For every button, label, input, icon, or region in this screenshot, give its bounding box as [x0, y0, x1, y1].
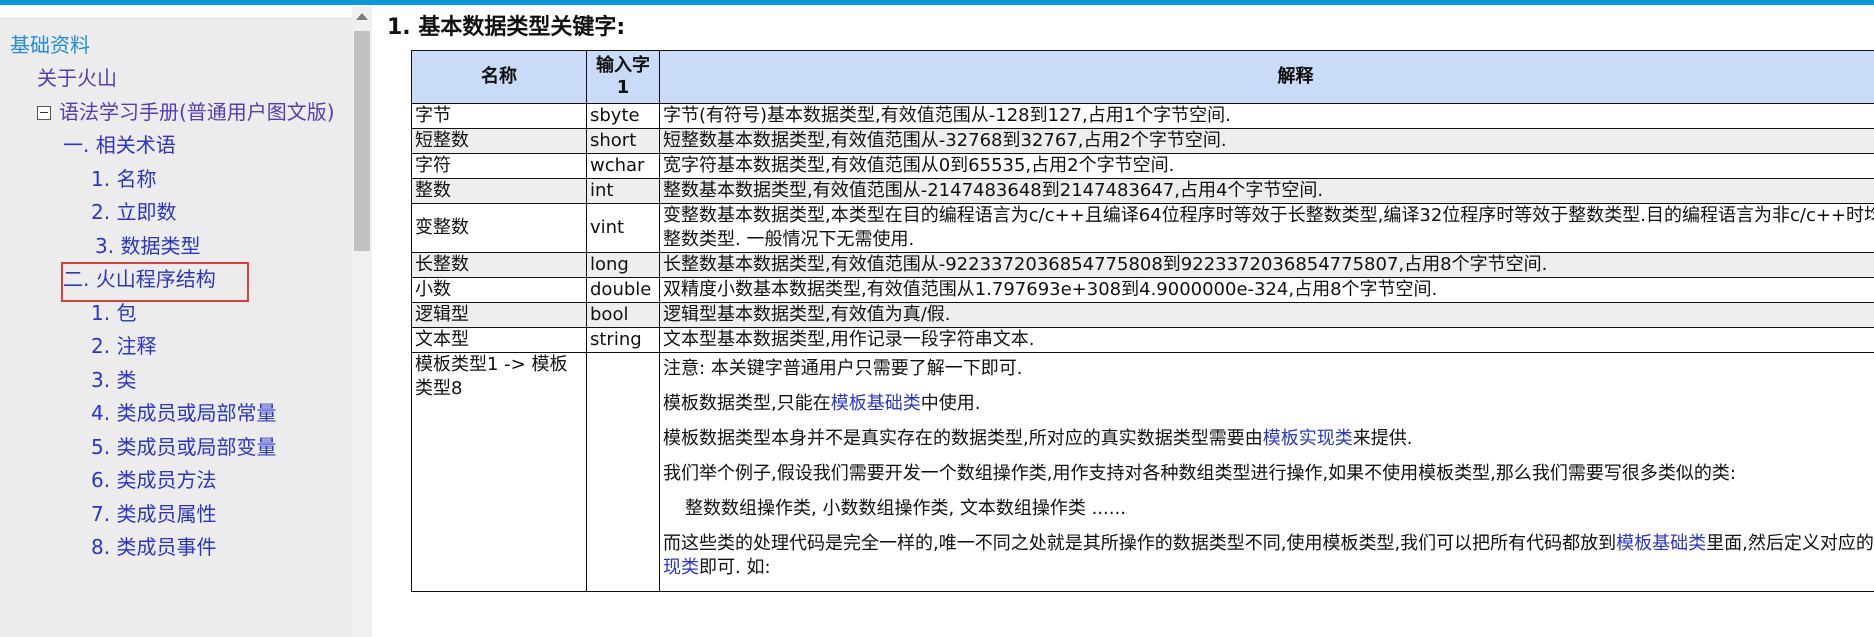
scroll-up-arrow-icon[interactable] [356, 13, 368, 20]
text: 中使用. [920, 393, 981, 414]
tree-item-name[interactable]: 1. 名称 [91, 164, 156, 194]
cell-name: 字符 [411, 153, 587, 179]
paragraph: 模板数据类型,只能在模板基础类中使用. [663, 392, 1874, 416]
text: 模板数据类型本身并不是真实存在的数据类型,所对应的真实数据类型需要由 [663, 428, 1263, 449]
tree-item-property[interactable]: 7. 类成员属性 [91, 499, 216, 529]
link-template-impl-class[interactable]: 模板实现类 [1263, 428, 1353, 449]
table-row: 文本型 string 文本型基本数据类型,用作记录一段字符串文本. [411, 327, 1874, 353]
tree-item-manual[interactable]: 语法学习手册(普通用户图文版) [37, 97, 335, 127]
table-row: 长整数 long 长整数基本数据类型,有效值范围从-92233720368547… [411, 252, 1874, 278]
cell-explain: 宽字符基本数据类型,有效值范围从0到65535,占用2个字节空间. [659, 153, 1874, 179]
header-keyword: 输入字1 [586, 50, 660, 104]
text: 模板数据类型,只能在 [663, 393, 831, 414]
selection-highlight [61, 262, 249, 302]
table-row: 字节 sbyte 字节(有符号)基本数据类型,有效值范围从-128到127,占用… [411, 103, 1874, 129]
cell-name: 整数 [411, 178, 587, 204]
keyword-table: 名称 输入字1 解释 字节 sbyte 字节(有符号)基本数据类型,有效值范围从… [411, 50, 1874, 592]
table-row: 小数 double 双精度小数基本数据类型,有效值范围从1.797693e+30… [411, 277, 1874, 303]
main-content: 1. 基本数据类型关键字: 名称 输入字1 解释 字节 sbyte 字节(有符号… [372, 5, 1874, 637]
cell-keyword: string [586, 327, 660, 353]
cell-keyword: sbyte [586, 103, 660, 129]
cell-name: 短整数 [411, 128, 587, 154]
cell-explain: 长整数基本数据类型,有效值范围从-9223372036854775808到922… [659, 252, 1874, 278]
tree-item-class[interactable]: 3. 类 [91, 365, 136, 395]
cell-name: 小数 [411, 277, 587, 303]
cell-keyword: double [586, 277, 660, 303]
tree-item-root[interactable]: 基础资料 [10, 30, 90, 60]
scroll-thumb[interactable] [354, 31, 370, 251]
tree-item-section-terms[interactable]: 一. 相关术语 [63, 130, 176, 160]
cell-explain: 字节(有符号)基本数据类型,有效值范围从-128到127,占用1个字节空间. [659, 103, 1874, 129]
cell-name: 文本型 [411, 327, 587, 353]
cell-keyword: vint [586, 203, 660, 253]
text: 里面,然后定义对应的 [1706, 533, 1874, 554]
tree-item-about[interactable]: 关于火山 [37, 63, 117, 93]
cell-name: 逻辑型 [411, 302, 587, 328]
table-row: 短整数 short 短整数基本数据类型,有效值范围从-32768到32767,占… [411, 128, 1874, 154]
cell-explain: 文本型基本数据类型,用作记录一段字符串文本. [659, 327, 1874, 353]
tree-item-method[interactable]: 6. 类成员方法 [91, 465, 216, 495]
table-row: 整数 int 整数基本数据类型,有效值范围从-2147483648到214748… [411, 178, 1874, 204]
example-line: 整数数组操作类, 小数数组操作类, 文本数组操作类 ...... [685, 498, 1126, 519]
cell-keyword: bool [586, 302, 660, 328]
header-name: 名称 [411, 50, 587, 104]
note-paragraph: 注意: 本关键字普通用户只需要了解一下即可. [663, 358, 1023, 379]
cell-explain: 双精度小数基本数据类型,有效值范围从1.797693e+308到4.900000… [659, 277, 1874, 303]
tree-item-package[interactable]: 1. 包 [91, 298, 136, 328]
text: 来提供. [1352, 428, 1413, 449]
page-heading: 1. 基本数据类型关键字: [387, 15, 626, 40]
cell-keyword: int [586, 178, 660, 204]
cell-keyword: short [586, 128, 660, 154]
table-row: 变整数 vint 变整数基本数据类型,本类型在目的编程语言为c/c++且编译64… [411, 203, 1874, 253]
tree-item-data-types[interactable]: 3. 数据类型 [95, 231, 200, 261]
cell-keyword: long [586, 252, 660, 278]
cell-name: 字节 [411, 103, 587, 129]
tree-item-literal[interactable]: 2. 立即数 [91, 197, 176, 227]
cell-keyword: wchar [586, 153, 660, 179]
table-row: 字符 wchar 宽字符基本数据类型,有效值范围从0到65535,占用2个字节空… [411, 153, 1874, 179]
collapse-icon[interactable] [37, 106, 51, 120]
cell-name: 变整数 [411, 203, 587, 253]
table-row: 逻辑型 bool 逻辑型基本数据类型,有效值为真/假. [411, 302, 1874, 328]
tree-item-constant[interactable]: 4. 类成员或局部常量 [91, 398, 276, 428]
cell-keyword [586, 352, 660, 592]
paragraph: 我们举个例子,假设我们需要开发一个数组操作类,用作支持对各种数组类型进行操作,如… [663, 463, 1736, 484]
nav-tree: 基础资料 关于火山 语法学习手册(普通用户图文版) 一. 相关术语 1. 名称 … [0, 17, 352, 637]
cell-explain: 逻辑型基本数据类型,有效值为真/假. [659, 302, 1874, 328]
tree-item-variable[interactable]: 5. 类成员或局部变量 [91, 432, 276, 462]
cell-explain: 短整数基本数据类型,有效值范围从-32768到32767,占用2个字节空间. [659, 128, 1874, 154]
text: 而这些类的处理代码是完全一样的,唯一不同之处就是其所操作的数据类型不同,使用模板… [663, 533, 1617, 554]
link-template-base-class[interactable]: 模板基础类 [1616, 533, 1706, 554]
sidebar-scrollbar[interactable] [352, 5, 372, 637]
sidebar: 基础资料 关于火山 语法学习手册(普通用户图文版) 一. 相关术语 1. 名称 … [0, 5, 372, 637]
tree-item-event[interactable]: 8. 类成员事件 [91, 532, 216, 562]
table-header-row: 名称 输入字1 解释 [411, 50, 1874, 104]
paragraph: 模板数据类型本身并不是真实存在的数据类型,所对应的真实数据类型需要由模板实现类来… [663, 427, 1874, 451]
cell-name: 长整数 [411, 252, 587, 278]
cell-explain: 整数基本数据类型,有效值范围从-2147483648到2147483647,占用… [659, 178, 1874, 204]
paragraph: 而这些类的处理代码是完全一样的,唯一不同之处就是其所操作的数据类型不同,使用模板… [663, 532, 1874, 580]
table-row-template: 模板类型1 -> 模板类型8 注意: 本关键字普通用户只需要了解一下即可. 模板… [411, 352, 1874, 592]
cell-explain: 注意: 本关键字普通用户只需要了解一下即可. 模板数据类型,只能在模板基础类中使… [659, 352, 1874, 592]
tree-item-comment[interactable]: 2. 注释 [91, 331, 156, 361]
cell-explain: 变整数基本数据类型,本类型在目的编程语言为c/c++且编译64位程序时等效于长整… [659, 203, 1874, 253]
link-template-base-class[interactable]: 模板基础类 [831, 393, 921, 414]
text: 即可. 如: [699, 557, 771, 578]
header-explain: 解释 [659, 50, 1874, 104]
cell-name: 模板类型1 -> 模板类型8 [411, 352, 587, 592]
tree-item-manual-label: 语法学习手册(普通用户图文版) [59, 100, 335, 124]
